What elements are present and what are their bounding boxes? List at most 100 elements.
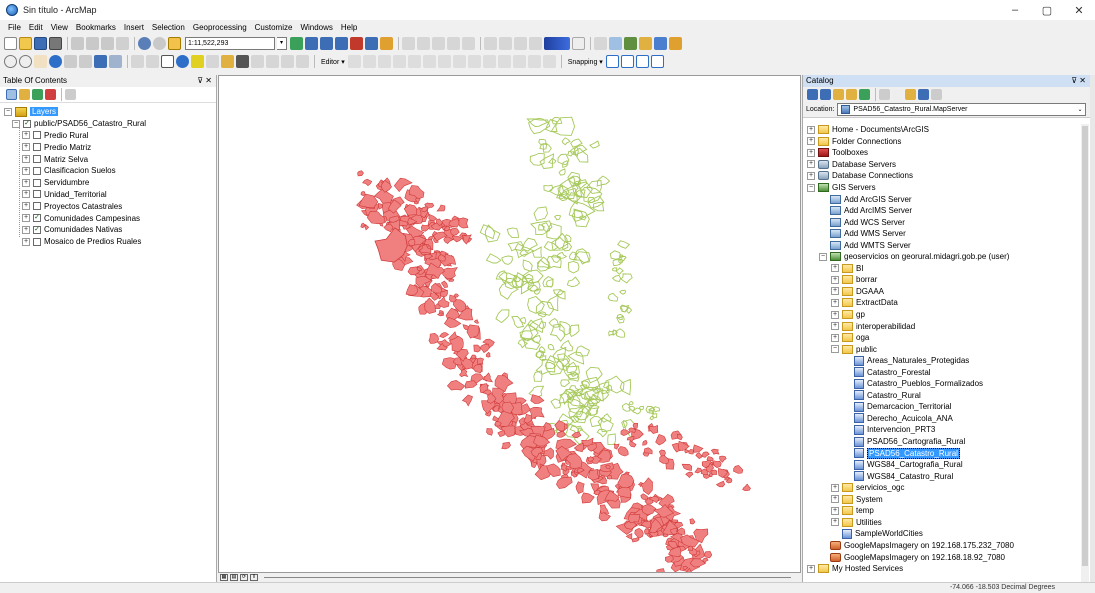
layer-icon[interactable] — [639, 37, 652, 50]
catalog-item[interactable]: Add WCS Server — [807, 216, 1078, 228]
expand-toggle[interactable]: + — [807, 171, 815, 180]
layer-visibility-checkbox[interactable] — [33, 166, 41, 175]
layer-row[interactable]: + ✓ Comunidades Campesinas — [0, 212, 216, 224]
delete-icon[interactable] — [116, 37, 129, 50]
copy-icon[interactable] — [86, 37, 99, 50]
new-document-icon[interactable] — [4, 37, 17, 50]
reshape-icon[interactable] — [452, 55, 466, 68]
expand-toggle[interactable]: + — [807, 564, 815, 573]
catalog-item[interactable]: + gp — [807, 309, 1078, 321]
minimize-button[interactable]: – — [999, 0, 1031, 20]
catalog-item[interactable]: + Folder Connections — [807, 136, 1078, 148]
data-view-button[interactable]: ▦ — [220, 574, 228, 581]
zoom-out-icon[interactable] — [19, 55, 32, 68]
layer-visibility-checkbox[interactable] — [33, 178, 41, 187]
catalog-item[interactable]: GoogleMapsImagery on 192.168.18.92_7080 — [807, 551, 1078, 563]
topology-icon[interactable] — [432, 37, 445, 50]
modelbuilder-icon[interactable] — [380, 37, 393, 50]
color-ramp-icon[interactable] — [544, 37, 570, 50]
toggle-contents-icon[interactable] — [905, 88, 916, 100]
refresh-button[interactable]: ⟳ — [240, 574, 248, 581]
catalog-item[interactable]: − geoservicios on georural.midagri.gob.pe… — [807, 251, 1078, 263]
point-snapping-icon[interactable] — [605, 55, 619, 68]
catalog-item[interactable]: + My Hosted Services — [807, 563, 1078, 575]
layer-row[interactable]: + Servidumbre — [0, 177, 216, 189]
chevron-down-icon[interactable] — [892, 88, 903, 100]
cut-polygons-icon[interactable] — [467, 55, 481, 68]
grid-icon[interactable] — [484, 37, 497, 50]
table-of-contents-icon[interactable] — [305, 37, 318, 50]
catalog-options-icon[interactable] — [931, 88, 942, 100]
list-by-selection-icon[interactable] — [45, 89, 56, 100]
catalog-item[interactable]: SampleWorldCities — [807, 528, 1078, 540]
menu-insert[interactable]: Insert — [120, 23, 148, 32]
expand-toggle[interactable]: + — [831, 506, 839, 515]
expand-toggle[interactable]: + — [831, 322, 839, 331]
expand-toggle[interactable]: + — [831, 264, 839, 273]
list-by-drawing-order-icon[interactable] — [6, 89, 17, 100]
sketch-properties-icon[interactable] — [527, 55, 541, 68]
edit-annotation-icon[interactable] — [362, 55, 376, 68]
endpoint-arc-icon[interactable] — [392, 55, 406, 68]
identify-icon[interactable] — [176, 55, 189, 68]
expand-toggle[interactable]: + — [22, 202, 30, 211]
catalog-item[interactable]: Add WMTS Server — [807, 239, 1078, 251]
expand-toggle[interactable]: + — [22, 237, 30, 246]
catalog-item[interactable]: Catastro_Rural — [807, 390, 1078, 402]
catalog-item[interactable]: Catastro_Pueblos_Formalizados — [807, 378, 1078, 390]
select-elements-icon[interactable] — [161, 55, 174, 68]
layout-view-button[interactable]: ▤ — [230, 574, 238, 581]
expand-toggle[interactable]: + — [831, 287, 839, 296]
layer-visibility-checkbox[interactable] — [33, 202, 41, 211]
add-data-icon[interactable] — [168, 37, 181, 50]
catalog-item[interactable]: + Database Servers — [807, 159, 1078, 171]
expand-toggle[interactable]: + — [807, 125, 815, 134]
group-layer[interactable]: − ✓ public/PSAD56_Catastro_Rural — [0, 118, 216, 130]
location-field[interactable]: PSAD56_Catastro_Rural.MapServer ⌄ — [837, 102, 1086, 116]
open-folder-icon[interactable] — [19, 37, 32, 50]
attributes-icon[interactable] — [512, 55, 526, 68]
editor-toolbar-icon[interactable] — [290, 37, 303, 50]
collapse-toggle[interactable]: − — [4, 107, 12, 116]
expand-toggle[interactable]: + — [807, 137, 815, 146]
layer-icon[interactable] — [669, 37, 682, 50]
layer-visibility-checkbox[interactable]: ✓ — [33, 225, 41, 234]
catalog-item[interactable]: + borrar — [807, 274, 1078, 286]
menu-edit[interactable]: Edit — [25, 23, 47, 32]
scrollbar-thumb[interactable] — [1082, 126, 1088, 566]
expand-toggle[interactable]: + — [22, 131, 30, 140]
catalog-item[interactable]: − public — [807, 343, 1078, 355]
layer-icon[interactable] — [609, 37, 622, 50]
list-by-visibility-icon[interactable] — [32, 89, 43, 100]
catalog-item[interactable]: + BI — [807, 263, 1078, 275]
catalog-item[interactable]: + temp — [807, 505, 1078, 517]
search-window-icon[interactable] — [335, 37, 348, 50]
layer-row[interactable]: + Clasificacion Suelos — [0, 165, 216, 177]
list-by-source-icon[interactable] — [19, 89, 30, 100]
create-features-icon[interactable] — [542, 55, 556, 68]
home-icon[interactable] — [846, 88, 857, 100]
menu-windows[interactable]: Windows — [296, 23, 336, 32]
expand-toggle[interactable]: + — [22, 166, 30, 175]
layer-icon[interactable] — [594, 37, 607, 50]
layer-row[interactable]: + Matriz Selva — [0, 153, 216, 165]
catalog-item[interactable]: + interoperabilidad — [807, 320, 1078, 332]
catalog-item[interactable]: + Database Connections — [807, 170, 1078, 182]
search-icon[interactable] — [918, 88, 929, 100]
expand-toggle[interactable]: + — [831, 483, 839, 492]
expand-toggle[interactable]: + — [22, 225, 30, 234]
catalog-item[interactable]: Areas_Naturales_Protegidas — [807, 355, 1078, 367]
maximize-button[interactable]: ▢ — [1031, 0, 1063, 20]
chevron-down-icon[interactable]: ▾ — [277, 37, 287, 50]
expand-toggle[interactable]: + — [831, 333, 839, 342]
save-icon[interactable] — [34, 37, 47, 50]
chevron-down-icon[interactable] — [572, 37, 585, 50]
select-features-icon[interactable] — [131, 55, 144, 68]
edge-snapping-icon[interactable] — [650, 55, 664, 68]
expand-toggle[interactable]: + — [22, 143, 30, 152]
expand-toggle[interactable]: + — [22, 190, 30, 199]
menu-file[interactable]: File — [4, 23, 25, 32]
find-route-icon[interactable] — [251, 55, 264, 68]
layer-visibility-checkbox[interactable] — [33, 237, 41, 246]
close-button[interactable]: ✕ — [1063, 0, 1095, 20]
